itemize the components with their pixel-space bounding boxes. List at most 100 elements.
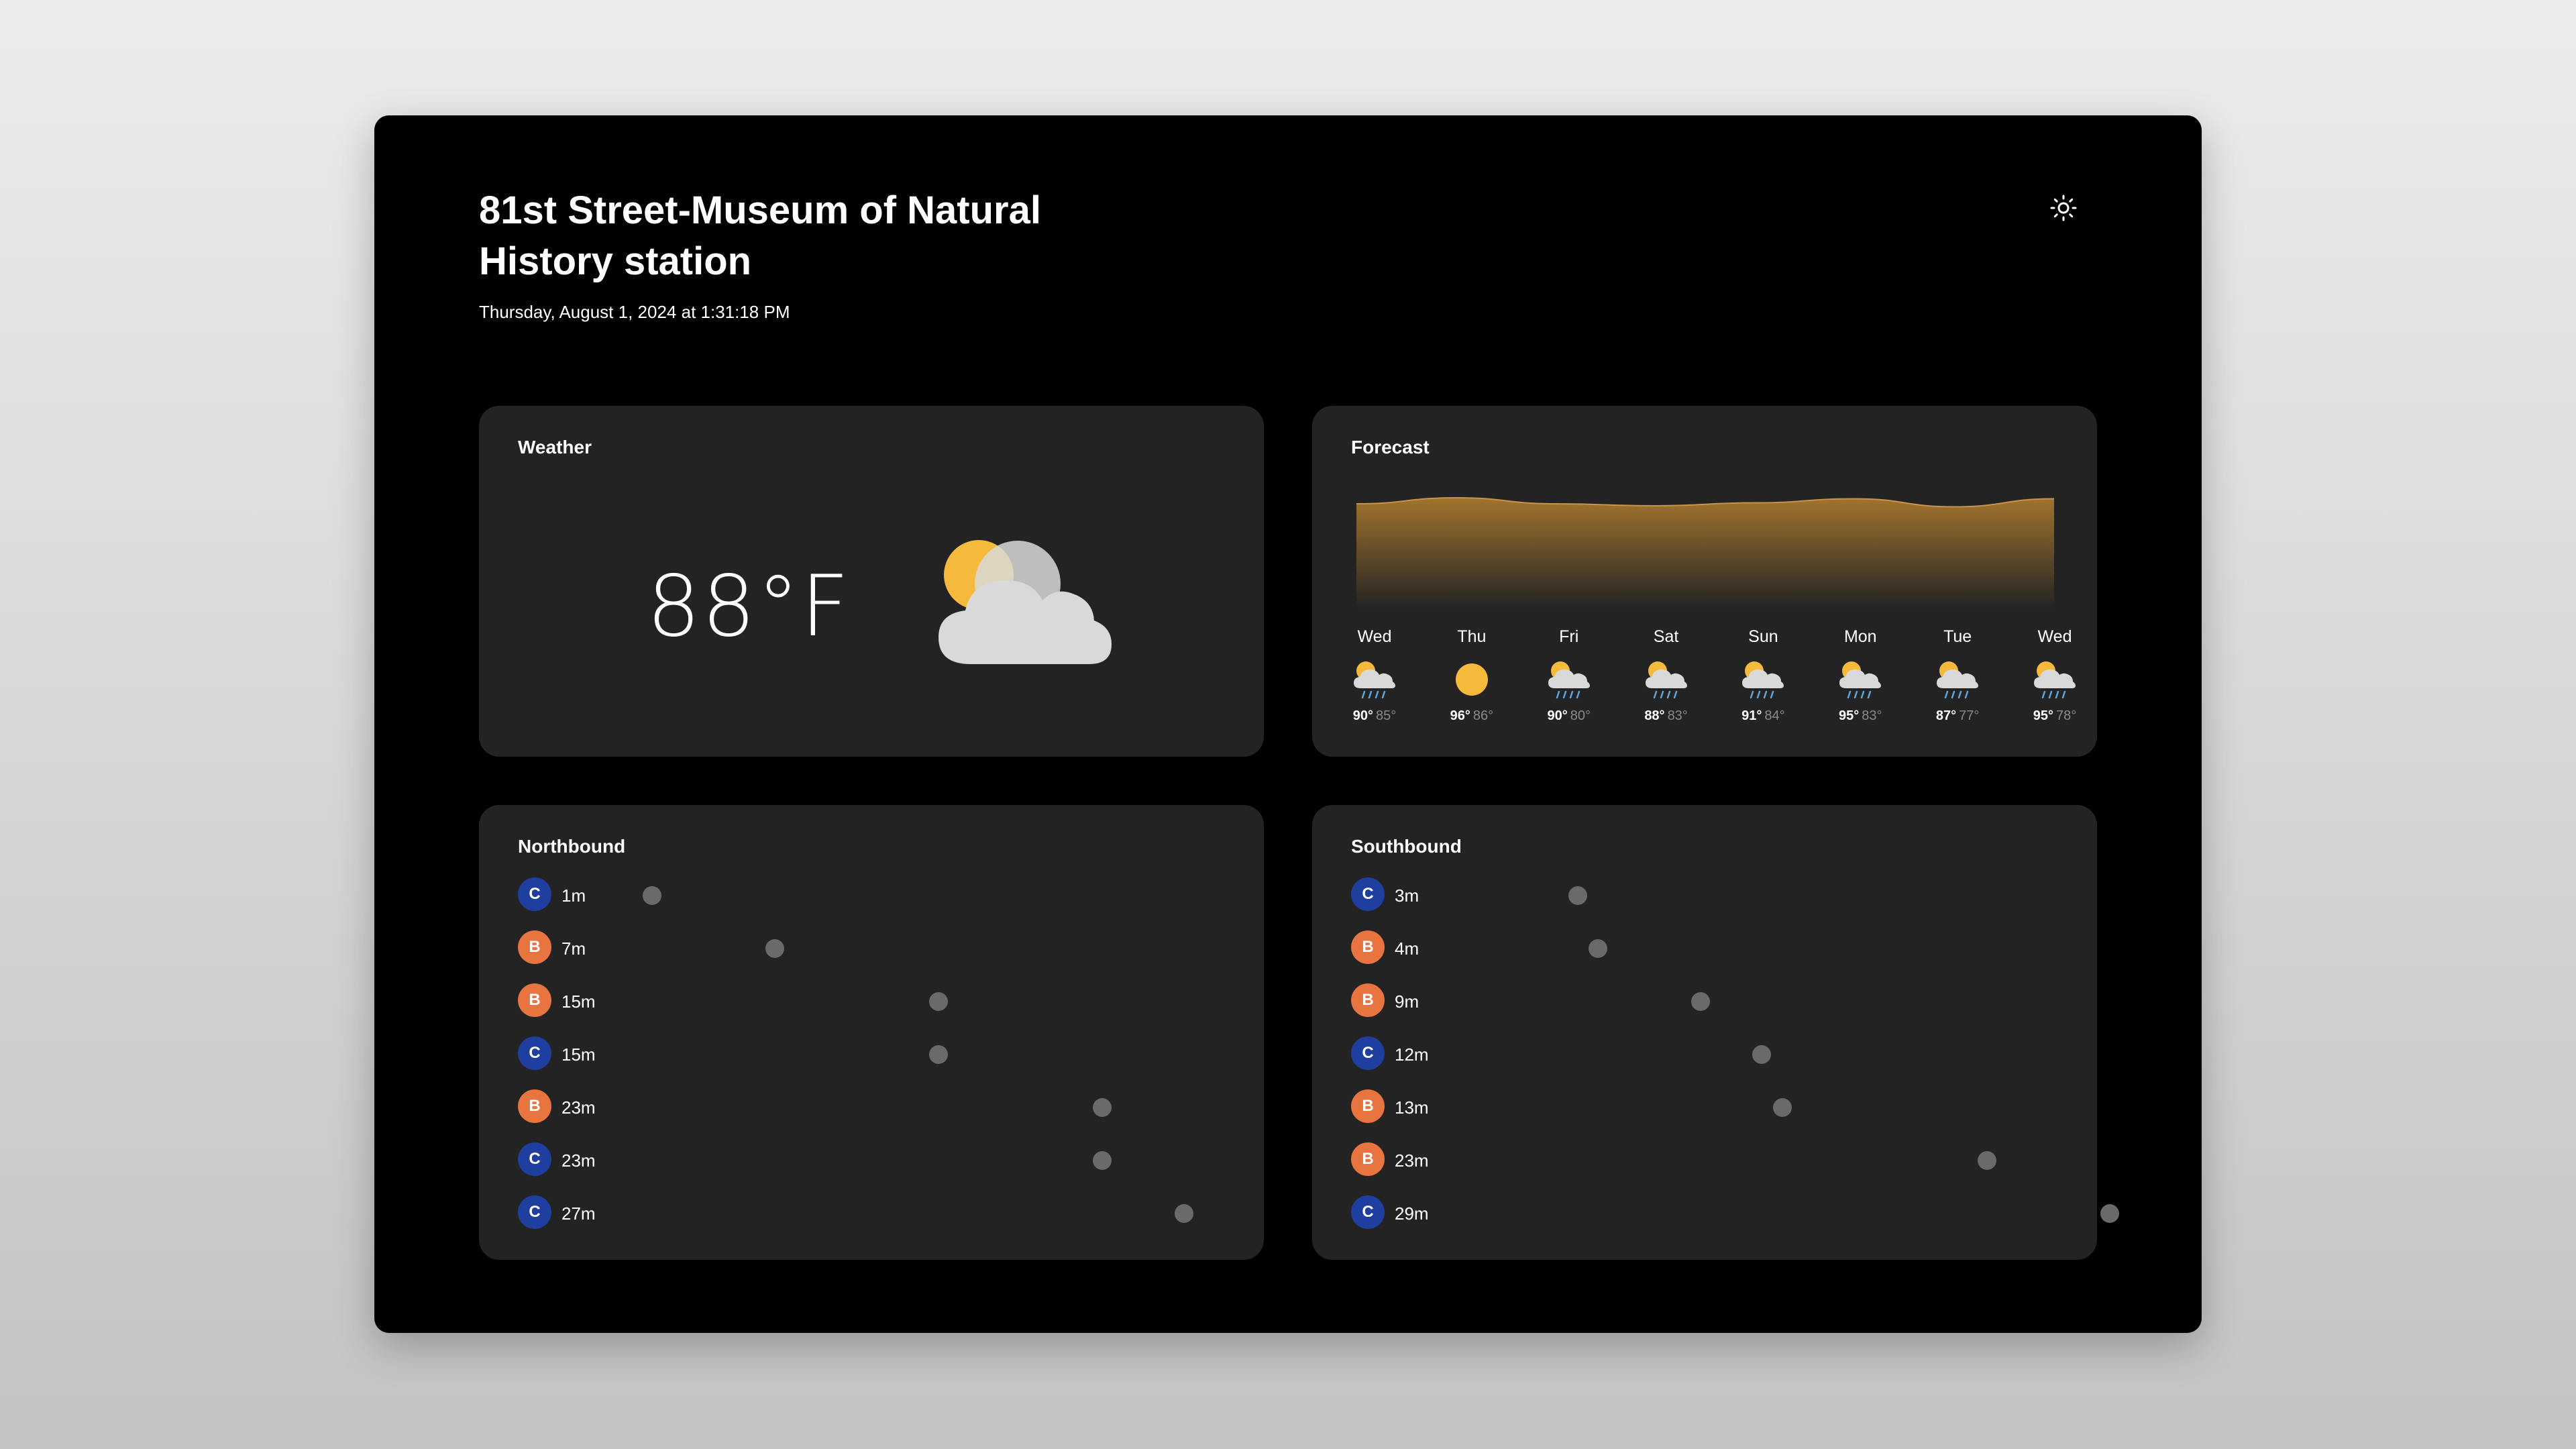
southbound-card: Southbound C 3m B 4m B 9m C 12m B 13m B 23m C 29m bbox=[1312, 805, 2119, 1260]
train-position-dot bbox=[1977, 1151, 1996, 1170]
sun-cloud-rain-icon bbox=[1354, 661, 1395, 699]
trip-row: B 4m bbox=[1351, 930, 2062, 965]
trip-row: B 23m bbox=[1351, 1142, 2062, 1177]
forecast-high-temp: 88° bbox=[1644, 708, 1665, 723]
line-badge-c: C bbox=[1351, 877, 1385, 911]
trip-row: C 15m bbox=[518, 1036, 1229, 1071]
station-name: 81st Street-Museum of Natural History st… bbox=[479, 189, 1041, 283]
northbound-card-title: Northbound bbox=[518, 836, 626, 857]
sun-cloud-rain-icon bbox=[1742, 661, 1784, 699]
forecast-day-name: Mon bbox=[1843, 627, 1877, 646]
forecast-day-name: Tue bbox=[1943, 627, 1972, 646]
train-position-dot bbox=[1568, 886, 1587, 905]
forecast-day-name: Wed bbox=[2037, 627, 2072, 646]
arrival-minutes: 13m bbox=[1395, 1097, 1429, 1118]
line-badge-b: B bbox=[518, 1089, 551, 1123]
forecast-low-temp: 84° bbox=[1764, 708, 1785, 723]
train-position-dot bbox=[2100, 1204, 2119, 1223]
arrival-minutes: 23m bbox=[561, 1097, 596, 1118]
arrival-minutes: 15m bbox=[561, 1044, 596, 1065]
forecast-day: Thu 96° 86° bbox=[1432, 627, 1512, 724]
arrival-minutes: 27m bbox=[561, 1203, 596, 1224]
arrival-minutes: 3m bbox=[1395, 885, 1419, 906]
forecast-high-temp: 90° bbox=[1352, 708, 1373, 723]
sun-cloud-rain-icon bbox=[1839, 661, 1882, 699]
trip-row: C 1m bbox=[518, 877, 1229, 912]
trip-row: B 23m bbox=[518, 1089, 1229, 1124]
line-badge-b: B bbox=[1351, 983, 1385, 1017]
arrival-minutes: 23m bbox=[561, 1150, 596, 1171]
trip-row: C 27m bbox=[518, 1195, 1229, 1230]
sun-cloud-rain-icon bbox=[1645, 661, 1687, 699]
weather-card-title: Weather bbox=[518, 437, 592, 458]
line-badge-b: B bbox=[1351, 1142, 1385, 1176]
forecast-low-temp: 78° bbox=[2056, 708, 2077, 723]
forecast-day-temps: 91° 84° bbox=[1723, 708, 1803, 724]
forecast-card-title: Forecast bbox=[1351, 437, 1430, 458]
line-badge-c: C bbox=[518, 1036, 551, 1070]
forecast-high-temp: 91° bbox=[1741, 708, 1762, 723]
train-position-dot bbox=[1690, 992, 1710, 1011]
forecast-low-temp: 86° bbox=[1472, 708, 1494, 723]
trip-row: B 15m bbox=[518, 983, 1229, 1018]
train-position-dot bbox=[928, 992, 948, 1011]
line-badge-c: C bbox=[1351, 1195, 1385, 1229]
forecast-day-name: Sat bbox=[1653, 627, 1679, 646]
sun-cloud-rain-icon bbox=[1548, 661, 1590, 699]
display-screen: 81st Street-Museum of Natural History st… bbox=[374, 115, 2202, 1333]
theme-toggle-button[interactable] bbox=[2045, 189, 2082, 227]
train-position-dot bbox=[1589, 939, 1607, 958]
forecast-day-name: Thu bbox=[1457, 627, 1487, 646]
forecast-high-temp: 95° bbox=[1839, 708, 1860, 723]
train-position-dot bbox=[642, 886, 661, 905]
current-datetime: Thursday, August 1, 2024 at 1:31:18 PM bbox=[479, 302, 790, 322]
forecast-day-name: Wed bbox=[1357, 627, 1392, 646]
forecast-day: Wed 95° 78° bbox=[2015, 627, 2095, 724]
forecast-day: Wed 90° 85° bbox=[1334, 627, 1415, 724]
current-temperature: 88°F bbox=[647, 557, 851, 655]
train-position-dot bbox=[1752, 1045, 1771, 1064]
arrival-minutes: 4m bbox=[1395, 938, 1419, 959]
forecast-day-name: Sun bbox=[1748, 627, 1778, 646]
arrival-minutes: 9m bbox=[1395, 991, 1419, 1012]
arrival-minutes: 1m bbox=[561, 885, 586, 906]
forecast-low-temp: 83° bbox=[1667, 708, 1688, 723]
trip-row: C 12m bbox=[1351, 1036, 2062, 1071]
forecast-temperature-chart bbox=[1356, 496, 2054, 609]
forecast-day: Tue 87° 77° bbox=[1917, 627, 1998, 724]
line-badge-c: C bbox=[518, 1195, 551, 1229]
trip-row: C 29m bbox=[1351, 1195, 2119, 1230]
forecast-high-temp: 90° bbox=[1547, 708, 1568, 723]
forecast-low-temp: 80° bbox=[1570, 708, 1591, 723]
arrival-minutes: 12m bbox=[1395, 1044, 1429, 1065]
train-position-dot bbox=[765, 939, 784, 958]
forecast-day-temps: 87° 77° bbox=[1917, 708, 1998, 724]
arrival-minutes: 29m bbox=[1395, 1203, 1429, 1224]
train-position-dot bbox=[1092, 1151, 1112, 1170]
forecast-day-temps: 95° 78° bbox=[2015, 708, 2095, 724]
forecast-day-temps: 96° 86° bbox=[1432, 708, 1512, 724]
sun-icon bbox=[1455, 663, 1488, 696]
forecast-high-temp: 96° bbox=[1450, 708, 1470, 723]
southbound-card-title: Southbound bbox=[1351, 836, 1462, 857]
trip-row: C 23m bbox=[518, 1142, 1229, 1177]
line-badge-b: B bbox=[1351, 1089, 1385, 1123]
trip-row: B 9m bbox=[1351, 983, 2062, 1018]
forecast-card: Forecast Wed 90° 85° Thu 96° 86° Fri 90° 80° Sat 8… bbox=[1312, 406, 2097, 757]
trip-row: B 13m bbox=[1351, 1089, 2062, 1124]
forecast-area bbox=[1356, 498, 2054, 609]
line-badge-c: C bbox=[1351, 1036, 1385, 1070]
train-position-dot bbox=[1772, 1098, 1792, 1117]
arrival-minutes: 15m bbox=[561, 991, 596, 1012]
forecast-day: Mon 95° 83° bbox=[1820, 627, 1900, 724]
forecast-day: Sun 91° 84° bbox=[1723, 627, 1803, 724]
forecast-day-temps: 90° 80° bbox=[1529, 708, 1609, 724]
train-position-dot bbox=[1174, 1204, 1193, 1223]
sun-cloud-rain-icon bbox=[1937, 661, 1979, 699]
partly-cloudy-icon bbox=[938, 540, 1112, 664]
forecast-low-temp: 85° bbox=[1376, 708, 1397, 723]
trip-row: C 3m bbox=[1351, 877, 2062, 912]
arrival-minutes: 23m bbox=[1395, 1150, 1429, 1171]
forecast-day-temps: 90° 85° bbox=[1334, 708, 1415, 724]
forecast-high-temp: 95° bbox=[2033, 708, 2053, 723]
